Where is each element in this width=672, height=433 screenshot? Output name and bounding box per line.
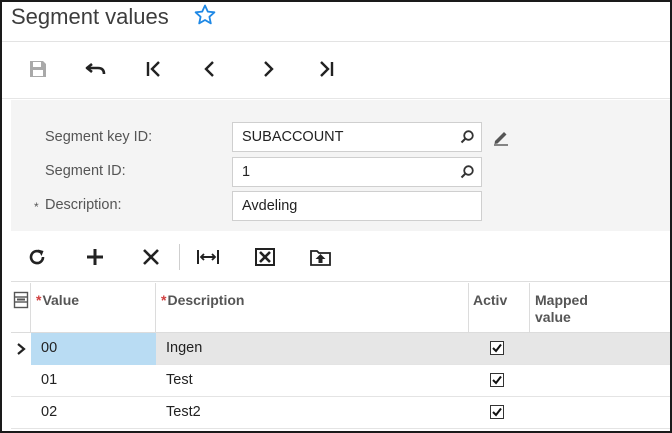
row-selector[interactable] — [11, 397, 31, 429]
refresh-icon — [29, 249, 45, 265]
cell-value[interactable]: 01 — [31, 365, 156, 397]
segment-key-value: SUBACCOUNT — [242, 129, 344, 145]
table-row[interactable]: 01 Test — [11, 365, 670, 397]
undo-button[interactable] — [82, 57, 110, 81]
row-selector[interactable] — [11, 365, 31, 397]
segment-values-grid: *Value *Description Activ Mapped value 0… — [11, 283, 670, 431]
cell-active — [469, 333, 530, 365]
main-toolbar — [2, 43, 670, 99]
cell-description[interactable]: Test — [156, 365, 469, 397]
search-icon[interactable] — [459, 129, 475, 145]
segment-id-value: 1 — [242, 164, 251, 180]
segment-id-field[interactable]: 1 — [232, 157, 482, 187]
chevron-left-icon — [204, 61, 214, 77]
description-label: Description: — [45, 197, 122, 213]
edit-pencil-icon[interactable] — [492, 128, 510, 146]
active-checkbox[interactable] — [490, 341, 504, 355]
row-selector[interactable] — [11, 333, 31, 365]
excel-icon — [255, 248, 275, 266]
delete-row-button[interactable] — [138, 244, 164, 270]
segment-key-field[interactable]: SUBACCOUNT — [232, 122, 482, 152]
cell-value[interactable]: 00 — [31, 333, 156, 365]
close-icon — [143, 249, 159, 265]
check-icon — [492, 407, 502, 417]
check-icon — [492, 375, 502, 385]
page-title: Segment values — [11, 4, 169, 29]
current-row-arrow-icon — [17, 343, 26, 355]
add-row-button[interactable] — [82, 244, 108, 270]
upload-icon — [310, 250, 331, 266]
table-row[interactable]: 02 Test2 — [11, 397, 670, 429]
last-record-button[interactable] — [312, 57, 340, 81]
active-checkbox[interactable] — [490, 373, 504, 387]
cell-active — [469, 365, 530, 397]
app-window: Segment values Segment key ID: SUBACCOUN… — [0, 0, 672, 433]
cell-mapped-value[interactable] — [530, 333, 670, 365]
title-bar: Segment values — [2, 2, 670, 42]
first-icon — [146, 61, 160, 77]
save-button[interactable] — [24, 57, 52, 81]
column-header-description-label: Description — [167, 292, 245, 308]
favorite-star-icon[interactable] — [193, 3, 217, 27]
segment-id-label: Segment ID: — [45, 163, 126, 179]
fit-width-icon — [197, 250, 219, 264]
segment-key-label: Segment key ID: — [45, 129, 153, 145]
column-header-description[interactable]: *Description — [156, 283, 469, 333]
plus-icon — [87, 249, 103, 265]
column-header-value-label: Value — [42, 292, 80, 308]
column-chooser-header[interactable] — [11, 283, 31, 333]
required-mark: * — [161, 292, 167, 308]
cell-value[interactable]: 02 — [31, 397, 156, 429]
cell-mapped-value[interactable] — [530, 397, 670, 429]
table-row[interactable]: 00 Ingen — [11, 333, 670, 365]
cell-description[interactable]: Test2 — [156, 397, 469, 429]
column-header-active[interactable]: Activ — [469, 283, 530, 333]
save-icon — [30, 61, 46, 77]
previous-record-button[interactable] — [196, 57, 224, 81]
toolbar-divider — [179, 244, 180, 270]
required-indicator: * — [34, 200, 39, 214]
chevron-right-icon — [264, 61, 274, 77]
column-header-value[interactable]: *Value — [31, 283, 156, 333]
column-header-active-label: Activ — [473, 292, 508, 308]
undo-icon — [85, 62, 106, 75]
cell-mapped-value[interactable] — [530, 365, 670, 397]
column-header-mapped-line2: value — [535, 309, 571, 325]
active-checkbox[interactable] — [490, 405, 504, 419]
export-excel-button[interactable] — [252, 244, 278, 270]
cell-active — [469, 397, 530, 429]
cell-description[interactable]: Ingen — [156, 333, 469, 365]
upload-file-button[interactable] — [308, 244, 334, 270]
required-mark: * — [36, 292, 42, 308]
grid-toolbar — [11, 232, 670, 282]
search-icon[interactable] — [459, 164, 475, 180]
next-record-button[interactable] — [254, 57, 282, 81]
last-icon — [320, 61, 334, 77]
column-header-mapped-line1: Mapped — [535, 292, 588, 308]
grid-header: *Value *Description Activ Mapped value — [11, 283, 670, 333]
column-settings-icon — [13, 291, 29, 309]
first-record-button[interactable] — [140, 57, 168, 81]
column-header-mapped-value[interactable]: Mapped value — [530, 283, 670, 333]
form-area: Segment key ID: SUBACCOUNT Segment ID: 1… — [11, 100, 670, 231]
description-value: Avdeling — [242, 198, 298, 214]
check-icon — [492, 343, 502, 353]
description-field[interactable]: Avdeling — [232, 191, 482, 221]
fit-columns-button[interactable] — [195, 244, 221, 270]
refresh-button[interactable] — [24, 244, 50, 270]
